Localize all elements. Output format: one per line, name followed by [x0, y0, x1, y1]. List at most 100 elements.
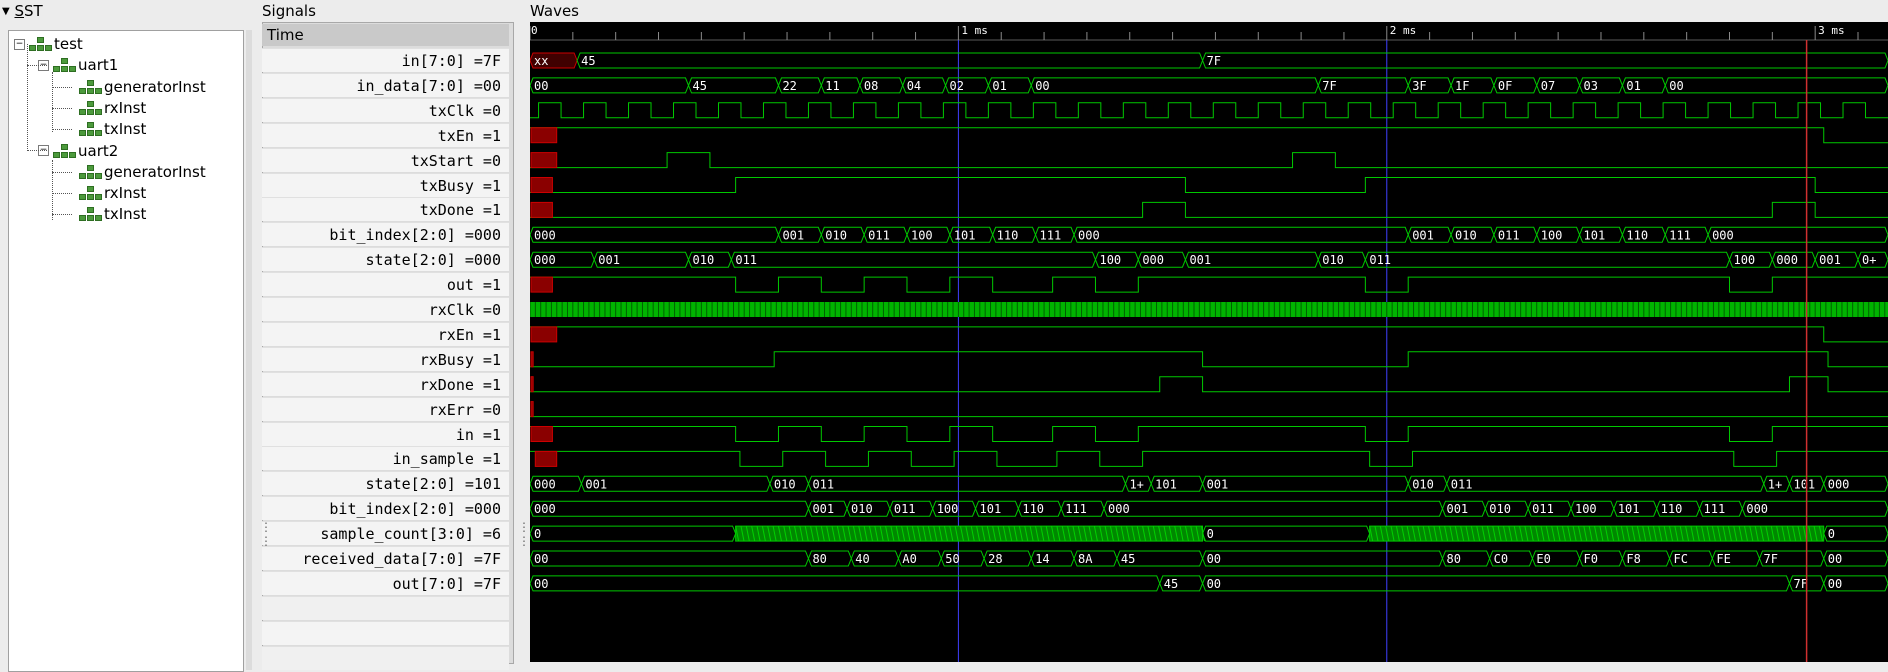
bus-value-label: 1F: [1455, 79, 1469, 93]
signal-row[interactable]: out[7:0] =7F: [262, 570, 509, 595]
sst-title[interactable]: ▼ SST: [2, 2, 43, 20]
bus-value-label: 011: [868, 228, 890, 242]
tree-node-test[interactable]: − test: [14, 34, 83, 54]
bus-value-label: 001: [1412, 228, 1434, 242]
bus-value-label: 101: [1155, 477, 1177, 491]
bus-value-label: 101: [954, 228, 976, 242]
bus-value-label: 111: [1704, 502, 1726, 516]
bus-value-label: 22: [782, 79, 796, 93]
bus-value-label: 45: [581, 54, 595, 68]
tree-node-label: txInst: [104, 205, 147, 224]
signal-row[interactable]: txDone =1: [262, 197, 509, 222]
bus-value-label: 100: [911, 228, 933, 242]
time-label: 2 ms: [1390, 24, 1417, 37]
bus-value-label: 010: [1412, 477, 1434, 491]
bus-value-label: 0F: [1498, 79, 1512, 93]
bus-value-label: 110: [1626, 228, 1648, 242]
bus-value-label: 111: [1040, 228, 1062, 242]
signal-row[interactable]: in_data[7:0] =00: [262, 72, 509, 97]
tree-node-txinst[interactable]: txInst: [64, 119, 146, 139]
bus-value-label: 011: [1498, 228, 1520, 242]
signal-row[interactable]: txStart =0: [262, 147, 509, 172]
signal-row[interactable]: rxDone =1: [262, 371, 509, 396]
signal-row[interactable]: rxClk =0: [262, 297, 509, 321]
tree-node-generatorinst[interactable]: generatorInst: [64, 77, 206, 97]
signal-row[interactable]: state[2:0] =101: [262, 471, 509, 496]
module-icon: [79, 100, 102, 115]
bus-value-label: 01: [1626, 79, 1640, 93]
tree-node-rxinst[interactable]: rxInst: [64, 183, 146, 203]
tree-node-txinst[interactable]: txInst: [64, 204, 146, 224]
tree-node-generatorinst[interactable]: generatorInst: [64, 162, 206, 182]
bus-value-label: 3F: [1412, 79, 1426, 93]
bus-value-label: 0: [1828, 527, 1835, 541]
bus-value-label: 1+: [1129, 477, 1143, 491]
module-icon: [53, 58, 76, 73]
bus-value-label: 0: [534, 527, 541, 541]
bus-value-label: 010: [774, 477, 796, 491]
unknown-value-marker: [530, 401, 534, 418]
bus-value-label: 100: [937, 502, 959, 516]
bus-value-label: 100: [1733, 253, 1755, 267]
tree-connector: [52, 160, 53, 220]
bus-value-label: 00: [1669, 79, 1683, 93]
signal-row[interactable]: in =1: [262, 421, 509, 446]
unknown-value-marker: [530, 326, 558, 343]
bus-value-label: 100: [1541, 228, 1563, 242]
waves-panel: Waves 01 ms 2 ms 3 ms xx 45 7F 00 45 22 11 08 04 02 0…: [528, 0, 1888, 662]
tree-node-rxinst[interactable]: rxInst: [64, 98, 146, 118]
tree-node-uart2[interactable]: − uart2: [38, 141, 118, 161]
bus-value-label: 110: [1661, 502, 1683, 516]
tree-connector: [52, 72, 53, 132]
sst-splitter[interactable]: [246, 30, 252, 670]
signal-row[interactable]: rxBusy =1: [262, 346, 509, 371]
signal-row[interactable]: received_data[7:0] =7F: [262, 546, 509, 570]
bus-value-label: 111: [1065, 502, 1087, 516]
bus-value-label: 80: [1446, 552, 1460, 566]
bus-value-label: E0: [1536, 552, 1550, 566]
signal-row[interactable]: bit_index[2:0] =000: [262, 496, 509, 521]
tree-node-uart1[interactable]: − uart1: [38, 55, 118, 75]
bus-value-label: C0: [1494, 552, 1508, 566]
unknown-value-marker: [530, 127, 558, 144]
signal-row[interactable]: txBusy =1: [262, 172, 509, 197]
bus-value-label: 001: [1207, 477, 1229, 491]
splitter-grip-icon[interactable]: ⋮ ⋮: [260, 520, 272, 548]
time-label: 3 ms: [1818, 24, 1845, 37]
unknown-value-marker: [530, 376, 534, 393]
signal-row[interactable]: rxErr =0: [262, 396, 509, 421]
bus-value-label: 001: [1819, 253, 1841, 267]
signal-row[interactable]: in_sample =1: [262, 446, 509, 471]
bus-value-label: 0+: [1862, 253, 1876, 267]
module-icon: [79, 186, 102, 201]
signal-row[interactable]: bit_index[2:0] =000: [262, 222, 509, 247]
time-label: 1 ms: [961, 24, 988, 37]
tree-node-label: rxInst: [104, 98, 147, 117]
bus-value-label: xx: [534, 54, 548, 68]
bus-value-label: 000: [1108, 502, 1130, 516]
bus-value-label: 000: [534, 477, 556, 491]
unknown-value-marker: [530, 177, 553, 193]
signal-row[interactable]: sample_count[3:0] =6: [262, 521, 509, 546]
tree-connector: [52, 214, 72, 215]
signal-row[interactable]: txClk =0: [262, 97, 509, 122]
bus-value-label: 001: [812, 502, 834, 516]
bus-value-label: 7F: [1207, 54, 1221, 68]
signal-row[interactable]: txEn =1: [262, 122, 509, 147]
bus-value-label: 0: [1207, 527, 1214, 541]
sst-panel: ▼ SST − test − uart1 generatorInst rxInst txIn…: [0, 0, 252, 672]
collapse-triangle-icon[interactable]: ▼: [2, 6, 10, 17]
bus-value-label: 110: [997, 228, 1019, 242]
bus-value-label: 000: [1746, 502, 1768, 516]
signal-row[interactable]: state[2:0] =000: [262, 247, 509, 272]
signal-row[interactable]: out =1: [262, 272, 509, 297]
collapse-icon[interactable]: −: [14, 38, 25, 50]
signal-row[interactable]: in[7:0] =7F: [262, 48, 509, 72]
bus-value-label: 1+: [1768, 477, 1782, 491]
module-icon: [29, 37, 52, 51]
waveform-canvas[interactable]: 01 ms 2 ms 3 msxx 45 7F00 45 22 11 08 04 02 01 00 7F 3…: [530, 22, 1888, 662]
tree-connector: [52, 172, 72, 173]
bus-value-label: 000: [534, 228, 556, 242]
signal-row[interactable]: rxEn =1: [262, 321, 509, 346]
bus-value-label: 00: [1828, 552, 1842, 566]
